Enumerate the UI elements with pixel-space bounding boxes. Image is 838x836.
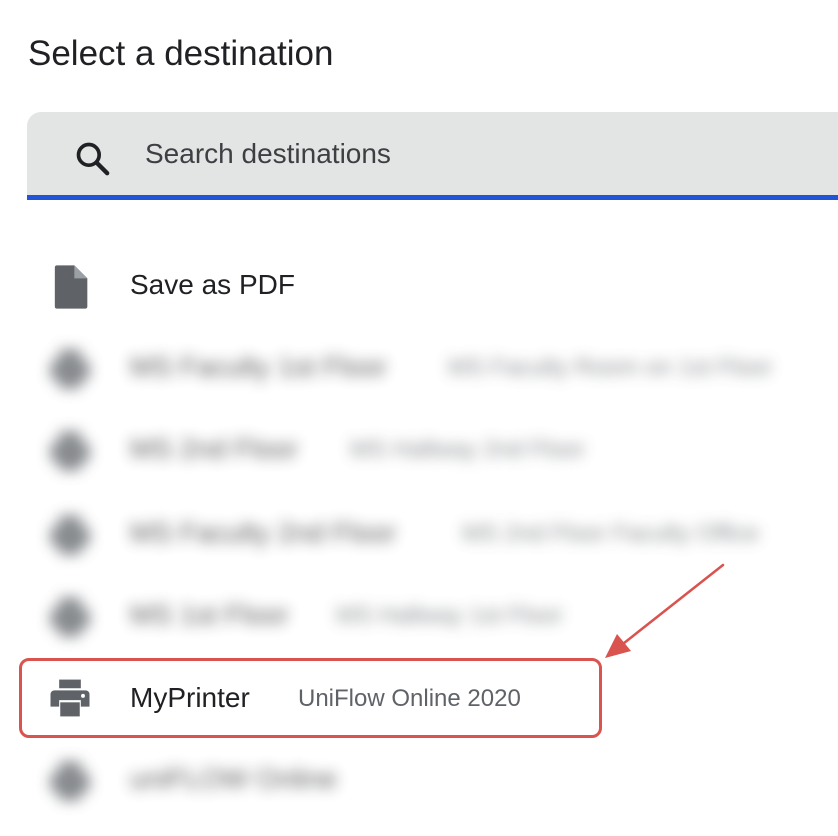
destination-name: uniFLOW Online: [130, 763, 337, 794]
destination-name: MS Faculty 2nd Floor: [130, 517, 397, 548]
destination-name: MS Faculty 1st Floor: [130, 351, 387, 382]
destination-description: MS Hallway 2nd Floor: [350, 436, 585, 463]
destination-name: Save as PDF: [130, 269, 295, 300]
search-input[interactable]: [145, 132, 745, 176]
destination-description: MS Faculty Room on 1st Floor: [448, 354, 773, 381]
printer-icon: [50, 431, 90, 471]
destination-name: MS 2nd Floor: [130, 433, 299, 464]
document-icon: [54, 265, 88, 309]
highlight-box: [19, 658, 602, 738]
search-icon: [76, 142, 110, 176]
annotation-arrow: [605, 563, 725, 658]
destination-description: MS Hallway 1st Floor: [336, 602, 563, 629]
search-box[interactable]: [27, 112, 838, 200]
destination-description: MS 2nd Floor Faculty Office: [462, 520, 759, 547]
destination-name: MS 1st Floor: [130, 599, 289, 630]
destination-item[interactable]: MS 2nd Floor MS Hallway 2nd Floor: [0, 409, 838, 491]
printer-icon: [50, 349, 90, 389]
destination-item[interactable]: uniFLOW Online: [0, 741, 838, 823]
destination-item-save-as-pdf[interactable]: Save as PDF: [0, 245, 838, 327]
printer-icon: [50, 597, 90, 637]
printer-icon: [50, 515, 90, 555]
destination-item[interactable]: MS Faculty 1st Floor MS Faculty Room on …: [0, 327, 838, 409]
printer-icon: [50, 761, 90, 801]
dialog-title: Select a destination: [28, 34, 334, 73]
